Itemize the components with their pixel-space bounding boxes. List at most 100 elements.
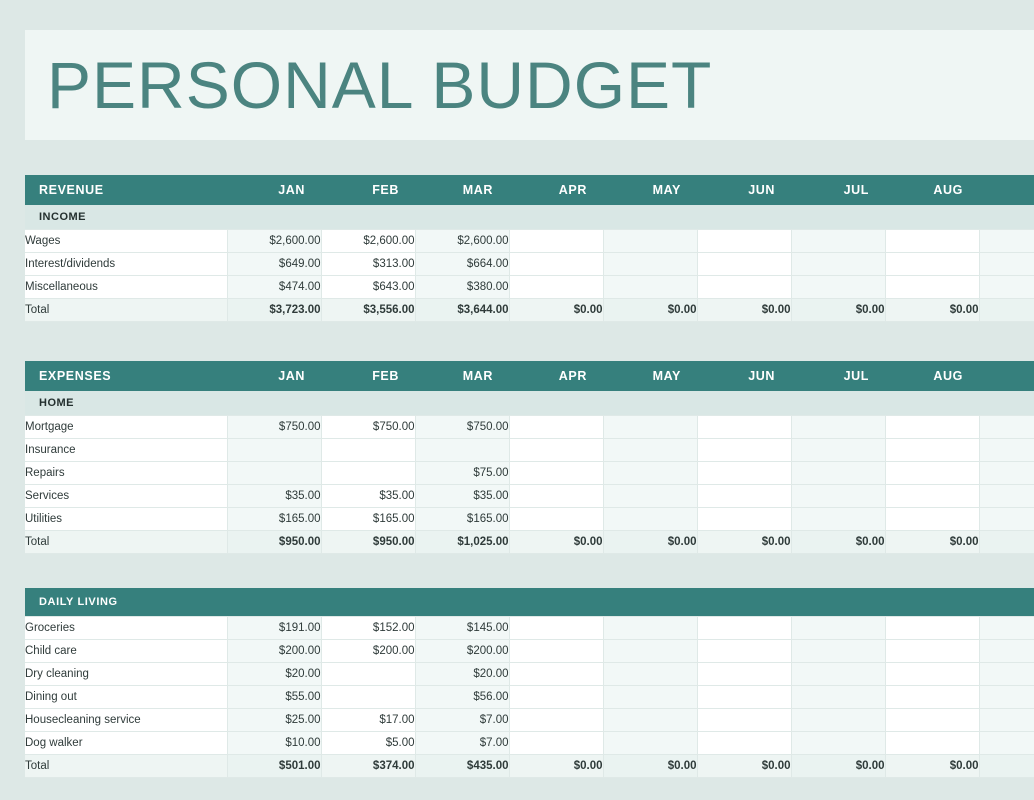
cell-wages-cutoff[interactable] <box>979 229 1034 253</box>
cell-total-apr[interactable]: $0.00 <box>509 754 604 778</box>
cell-total-apr[interactable]: $0.00 <box>509 298 604 322</box>
cell-child-care-jun[interactable] <box>697 639 792 663</box>
cell-mortgage-cutoff[interactable] <box>979 415 1034 439</box>
cell-dry-cleaning-cutoff[interactable] <box>979 662 1034 686</box>
table-row[interactable]: Miscellaneous $474.00 $643.00 $380.00 <box>25 275 1034 299</box>
cell-child-care-jul[interactable] <box>791 639 886 663</box>
cell-total-aug[interactable]: $0.00 <box>885 754 980 778</box>
cell-dog-walker-mar[interactable]: $7.00 <box>415 731 510 755</box>
cell-dog-walker-apr[interactable] <box>509 731 604 755</box>
cell-groceries-aug[interactable] <box>885 616 980 640</box>
cell-dry-cleaning-jun[interactable] <box>697 662 792 686</box>
cell-total-mar[interactable]: $435.00 <box>415 754 510 778</box>
cell-insurance-cutoff[interactable] <box>979 438 1034 462</box>
cell-miscellaneous-apr[interactable] <box>509 275 604 299</box>
cell-utilities-apr[interactable] <box>509 507 604 531</box>
column-header-jun[interactable]: JUN <box>697 175 791 205</box>
cell-housecleaning-service-feb[interactable]: $17.00 <box>321 708 416 732</box>
cell-dining-out-jun[interactable] <box>697 685 792 709</box>
cell-repairs-feb[interactable] <box>321 461 416 485</box>
cell-total-mar[interactable]: $3,644.00 <box>415 298 510 322</box>
cell-total-feb[interactable]: $950.00 <box>321 530 416 554</box>
cell-dog-walker-aug[interactable] <box>885 731 980 755</box>
cell-total-feb[interactable]: $3,556.00 <box>321 298 416 322</box>
cell-child-care-cutoff[interactable] <box>979 639 1034 663</box>
cell-interest-dividends-aug[interactable] <box>885 252 980 276</box>
cell-total-mar[interactable]: $1,025.00 <box>415 530 510 554</box>
column-header-cutoff[interactable] <box>979 361 1034 391</box>
cell-wages-feb[interactable]: $2,600.00 <box>321 229 416 253</box>
total-row[interactable]: Total $501.00 $374.00 $435.00 $0.00 $0.00 $0.0… <box>25 754 1034 778</box>
cell-miscellaneous-jan[interactable]: $474.00 <box>227 275 322 299</box>
cell-dog-walker-may[interactable] <box>603 731 698 755</box>
column-header-mar[interactable]: MAR <box>415 361 509 391</box>
table-row[interactable]: Wages $2,600.00 $2,600.00 $2,600.00 <box>25 229 1034 253</box>
cell-services-cutoff[interactable] <box>979 484 1034 508</box>
column-header-jul[interactable]: JUL <box>791 175 885 205</box>
cell-miscellaneous-mar[interactable]: $380.00 <box>415 275 510 299</box>
column-header-jan[interactable]: JAN <box>227 361 321 391</box>
column-header-may[interactable]: MAY <box>603 361 697 391</box>
cell-total-feb[interactable]: $374.00 <box>321 754 416 778</box>
cell-insurance-jan[interactable] <box>227 438 322 462</box>
cell-mortgage-jan[interactable]: $750.00 <box>227 415 322 439</box>
cell-child-care-may[interactable] <box>603 639 698 663</box>
cell-repairs-aug[interactable] <box>885 461 980 485</box>
cell-dry-cleaning-jul[interactable] <box>791 662 886 686</box>
column-header-jan[interactable]: JAN <box>227 175 321 205</box>
table-row[interactable]: Dry cleaning $20.00 $20.00 <box>25 662 1034 686</box>
column-header-jul[interactable]: JUL <box>791 361 885 391</box>
cell-mortgage-mar[interactable]: $750.00 <box>415 415 510 439</box>
column-header-may[interactable]: MAY <box>603 175 697 205</box>
cell-groceries-apr[interactable] <box>509 616 604 640</box>
cell-miscellaneous-jul[interactable] <box>791 275 886 299</box>
cell-utilities-cutoff[interactable] <box>979 507 1034 531</box>
cell-mortgage-apr[interactable] <box>509 415 604 439</box>
cell-housecleaning-service-jul[interactable] <box>791 708 886 732</box>
table-row[interactable]: Repairs $75.00 <box>25 461 1034 485</box>
cell-child-care-mar[interactable]: $200.00 <box>415 639 510 663</box>
cell-services-mar[interactable]: $35.00 <box>415 484 510 508</box>
column-header-apr[interactable]: APR <box>509 175 603 205</box>
cell-dog-walker-jul[interactable] <box>791 731 886 755</box>
cell-dog-walker-jan[interactable]: $10.00 <box>227 731 322 755</box>
cell-total-jan[interactable]: $950.00 <box>227 530 322 554</box>
cell-mortgage-may[interactable] <box>603 415 698 439</box>
cell-services-jun[interactable] <box>697 484 792 508</box>
table-row[interactable]: Housecleaning service $25.00 $17.00 $7.00 <box>25 708 1034 732</box>
column-header-mar[interactable]: MAR <box>415 175 509 205</box>
cell-interest-dividends-cutoff[interactable] <box>979 252 1034 276</box>
cell-insurance-mar[interactable] <box>415 438 510 462</box>
table-row[interactable]: Child care $200.00 $200.00 $200.00 <box>25 639 1034 663</box>
cell-wages-jul[interactable] <box>791 229 886 253</box>
cell-dining-out-mar[interactable]: $56.00 <box>415 685 510 709</box>
column-header-aug[interactable]: AUG <box>885 361 979 391</box>
column-header-aug[interactable]: AUG <box>885 175 979 205</box>
cell-services-apr[interactable] <box>509 484 604 508</box>
cell-interest-dividends-jun[interactable] <box>697 252 792 276</box>
cell-housecleaning-service-mar[interactable]: $7.00 <box>415 708 510 732</box>
cell-wages-mar[interactable]: $2,600.00 <box>415 229 510 253</box>
cell-wages-may[interactable] <box>603 229 698 253</box>
cell-mortgage-jul[interactable] <box>791 415 886 439</box>
cell-miscellaneous-may[interactable] <box>603 275 698 299</box>
cell-interest-dividends-apr[interactable] <box>509 252 604 276</box>
table-row[interactable]: Services $35.00 $35.00 $35.00 <box>25 484 1034 508</box>
cell-utilities-feb[interactable]: $165.00 <box>321 507 416 531</box>
table-row[interactable]: Insurance <box>25 438 1034 462</box>
cell-insurance-feb[interactable] <box>321 438 416 462</box>
cell-total-cutoff[interactable] <box>979 754 1034 778</box>
cell-total-jun[interactable]: $0.00 <box>697 298 792 322</box>
cell-repairs-jan[interactable] <box>227 461 322 485</box>
cell-repairs-jul[interactable] <box>791 461 886 485</box>
cell-groceries-mar[interactable]: $145.00 <box>415 616 510 640</box>
cell-total-cutoff[interactable] <box>979 530 1034 554</box>
cell-total-jan[interactable]: $3,723.00 <box>227 298 322 322</box>
column-header-feb[interactable]: FEB <box>321 175 415 205</box>
cell-miscellaneous-jun[interactable] <box>697 275 792 299</box>
cell-total-jul[interactable]: $0.00 <box>791 530 886 554</box>
cell-dining-out-feb[interactable] <box>321 685 416 709</box>
cell-total-apr[interactable]: $0.00 <box>509 530 604 554</box>
cell-repairs-may[interactable] <box>603 461 698 485</box>
cell-total-may[interactable]: $0.00 <box>603 754 698 778</box>
